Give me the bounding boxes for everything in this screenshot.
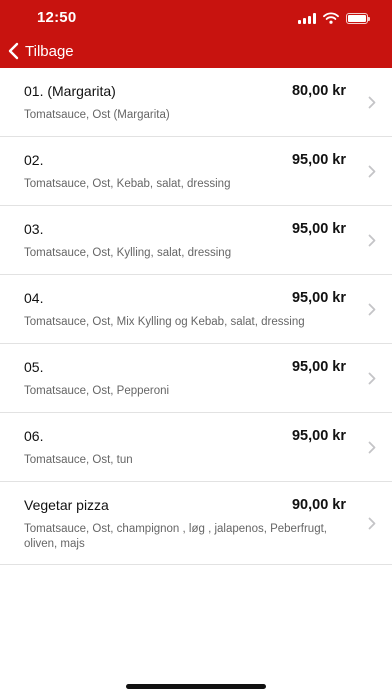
item-price: 95,00 kr — [291, 428, 346, 444]
item-description: Tomatsauce, Ost, tun — [24, 454, 133, 466]
menu-item[interactable]: 02. 95,00 kr Tomatsauce, Ost, Kebab, sal… — [0, 137, 392, 206]
status-icons — [298, 11, 370, 25]
item-description: Tomatsauce, Ost, Mix Kylling og Kebab, s… — [24, 316, 305, 328]
chevron-right-icon — [368, 441, 376, 454]
item-title: 01. (Margarita) — [24, 83, 116, 99]
item-title: 04. — [24, 290, 44, 306]
item-title: 03. — [24, 221, 44, 237]
menu-list: 01. (Margarita) 80,00 kr Tomatsauce, Ost… — [0, 68, 392, 565]
menu-item[interactable]: 06. 95,00 kr Tomatsauce, Ost, tun — [0, 413, 392, 482]
item-title: Vegetar pizza — [24, 497, 109, 513]
chevron-right-icon — [368, 303, 376, 316]
navigation-bar: 12:50 Tilbage — [0, 0, 392, 68]
chevron-right-icon — [368, 96, 376, 109]
item-title: 05. — [24, 359, 44, 375]
chevron-left-icon — [8, 42, 19, 60]
item-price: 90,00 kr — [291, 497, 346, 513]
signal-icon — [298, 12, 316, 24]
chevron-right-icon — [368, 234, 376, 247]
chevron-right-icon — [368, 165, 376, 178]
item-description: Tomatsauce, Ost, Kylling, salat, dressin… — [24, 247, 232, 259]
item-description: Tomatsauce, Ost, Pepperoni — [24, 385, 170, 397]
item-description: Tomatsauce, Ost (Margarita) — [24, 109, 170, 121]
status-time: 12:50 — [37, 9, 77, 26]
menu-item[interactable]: 04. 95,00 kr Tomatsauce, Ost, Mix Kyllin… — [0, 275, 392, 344]
back-label: Tilbage — [25, 42, 74, 60]
menu-item[interactable]: 03. 95,00 kr Tomatsauce, Ost, Kylling, s… — [0, 206, 392, 275]
home-indicator[interactable] — [126, 684, 266, 689]
menu-item[interactable]: 01. (Margarita) 80,00 kr Tomatsauce, Ost… — [0, 68, 392, 137]
item-description: Tomatsauce, Ost, Kebab, salat, dressing — [24, 178, 231, 190]
item-price: 95,00 kr — [291, 221, 346, 237]
item-price: 80,00 kr — [291, 83, 346, 99]
item-title: 06. — [24, 428, 44, 444]
battery-icon — [346, 12, 370, 24]
item-title: 02. — [24, 152, 44, 168]
item-description: Tomatsauce, Ost, champignon , løg , jala… — [24, 523, 327, 550]
chevron-right-icon — [368, 517, 376, 530]
back-button[interactable]: Tilbage — [8, 40, 74, 62]
item-price: 95,00 kr — [291, 290, 346, 306]
item-price: 95,00 kr — [291, 152, 346, 168]
menu-item[interactable]: Vegetar pizza 90,00 kr Tomatsauce, Ost, … — [0, 482, 392, 565]
chevron-right-icon — [368, 372, 376, 385]
wifi-icon — [323, 12, 339, 24]
menu-item[interactable]: 05. 95,00 kr Tomatsauce, Ost, Pepperoni — [0, 344, 392, 413]
item-price: 95,00 kr — [291, 359, 346, 375]
